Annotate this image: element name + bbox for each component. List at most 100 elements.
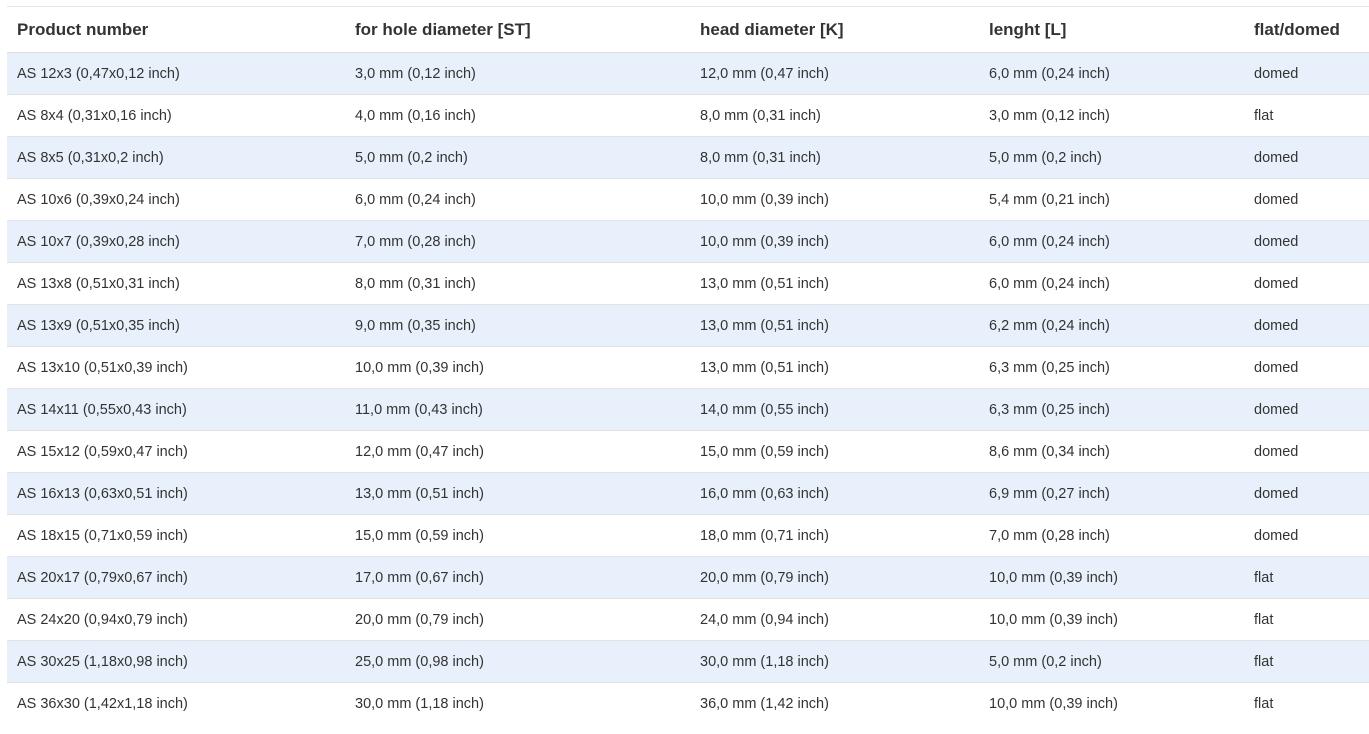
cell-hole-diameter: 20,0 mm (0,79 inch) [345,598,690,641]
cell-length: 6,3 mm (0,25 inch) [979,388,1244,431]
cell-hole-diameter: 15,0 mm (0,59 inch) [345,514,690,557]
cell-hole-diameter: 25,0 mm (0,98 inch) [345,640,690,683]
header-length: lenght [L] [979,6,1244,53]
cell-flat-domed: flat [1244,598,1369,641]
cell-product-number: AS 13x9 (0,51x0,35 inch) [7,304,345,347]
cell-head-diameter: 13,0 mm (0,51 inch) [690,304,979,347]
table-row: AS 14x11 (0,55x0,43 inch) 11,0 mm (0,43 i… [7,388,1369,431]
cell-flat-domed: domed [1244,220,1369,263]
cell-head-diameter: 24,0 mm (0,94 inch) [690,598,979,641]
cell-product-number: AS 10x6 (0,39x0,24 inch) [7,178,345,221]
product-table-container: Product number for hole diameter [ST] he… [7,6,1369,725]
cell-flat-domed: domed [1244,178,1369,221]
cell-hole-diameter: 12,0 mm (0,47 inch) [345,430,690,473]
table-row: AS 18x15 (0,71x0,59 inch) 15,0 mm (0,59 i… [7,514,1369,557]
cell-hole-diameter: 8,0 mm (0,31 inch) [345,262,690,305]
table-body: AS 12x3 (0,47x0,12 inch) 3,0 mm (0,12 inc… [7,52,1369,725]
product-table: Product number for hole diameter [ST] he… [7,6,1369,725]
table-row: AS 13x8 (0,51x0,31 inch) 8,0 mm (0,31 inc… [7,262,1369,305]
cell-product-number: AS 8x4 (0,31x0,16 inch) [7,94,345,137]
cell-head-diameter: 14,0 mm (0,55 inch) [690,388,979,431]
header-head-diameter: head diameter [K] [690,6,979,53]
cell-head-diameter: 13,0 mm (0,51 inch) [690,346,979,389]
cell-product-number: AS 36x30 (1,42x1,18 inch) [7,682,345,725]
cell-head-diameter: 12,0 mm (0,47 inch) [690,52,979,95]
cell-product-number: AS 20x17 (0,79x0,67 inch) [7,556,345,599]
cell-hole-diameter: 4,0 mm (0,16 inch) [345,94,690,137]
cell-hole-diameter: 3,0 mm (0,12 inch) [345,52,690,95]
cell-length: 6,0 mm (0,24 inch) [979,220,1244,263]
cell-length: 6,3 mm (0,25 inch) [979,346,1244,389]
cell-flat-domed: domed [1244,52,1369,95]
table-row: AS 30x25 (1,18x0,98 inch) 25,0 mm (0,98 i… [7,640,1369,683]
table-row: AS 8x5 (0,31x0,2 inch) 5,0 mm (0,2 inch) 8… [7,136,1369,179]
cell-length: 6,0 mm (0,24 inch) [979,262,1244,305]
cell-length: 6,0 mm (0,24 inch) [979,52,1244,95]
header-hole-diameter: for hole diameter [ST] [345,6,690,53]
cell-product-number: AS 18x15 (0,71x0,59 inch) [7,514,345,557]
cell-length: 10,0 mm (0,39 inch) [979,682,1244,725]
table-row: AS 15x12 (0,59x0,47 inch) 12,0 mm (0,47 i… [7,430,1369,473]
cell-flat-domed: domed [1244,136,1369,179]
table-row: AS 36x30 (1,42x1,18 inch) 30,0 mm (1,18 i… [7,682,1369,725]
cell-product-number: AS 24x20 (0,94x0,79 inch) [7,598,345,641]
table-row: AS 24x20 (0,94x0,79 inch) 20,0 mm (0,79 i… [7,598,1369,641]
cell-flat-domed: flat [1244,94,1369,137]
table-row: AS 13x9 (0,51x0,35 inch) 9,0 mm (0,35 inc… [7,304,1369,347]
table-row: AS 10x7 (0,39x0,28 inch) 7,0 mm (0,28 inc… [7,220,1369,263]
cell-flat-domed: domed [1244,304,1369,347]
cell-length: 8,6 mm (0,34 inch) [979,430,1244,473]
cell-product-number: AS 13x10 (0,51x0,39 inch) [7,346,345,389]
header-row: Product number for hole diameter [ST] he… [7,6,1369,53]
cell-head-diameter: 13,0 mm (0,51 inch) [690,262,979,305]
cell-head-diameter: 8,0 mm (0,31 inch) [690,94,979,137]
table-row: AS 20x17 (0,79x0,67 inch) 17,0 mm (0,67 i… [7,556,1369,599]
cell-flat-domed: flat [1244,640,1369,683]
cell-head-diameter: 18,0 mm (0,71 inch) [690,514,979,557]
table-row: AS 13x10 (0,51x0,39 inch) 10,0 mm (0,39 i… [7,346,1369,389]
header-product-number: Product number [7,6,345,53]
cell-flat-domed: flat [1244,682,1369,725]
cell-length: 5,4 mm (0,21 inch) [979,178,1244,221]
cell-hole-diameter: 10,0 mm (0,39 inch) [345,346,690,389]
cell-hole-diameter: 5,0 mm (0,2 inch) [345,136,690,179]
cell-length: 3,0 mm (0,12 inch) [979,94,1244,137]
header-flat-domed: flat/domed [1244,6,1369,53]
cell-head-diameter: 10,0 mm (0,39 inch) [690,220,979,263]
cell-hole-diameter: 13,0 mm (0,51 inch) [345,472,690,515]
cell-product-number: AS 13x8 (0,51x0,31 inch) [7,262,345,305]
cell-product-number: AS 14x11 (0,55x0,43 inch) [7,388,345,431]
cell-head-diameter: 10,0 mm (0,39 inch) [690,178,979,221]
cell-flat-domed: domed [1244,430,1369,473]
table-row: AS 12x3 (0,47x0,12 inch) 3,0 mm (0,12 inc… [7,52,1369,95]
cell-product-number: AS 10x7 (0,39x0,28 inch) [7,220,345,263]
cell-product-number: AS 16x13 (0,63x0,51 inch) [7,472,345,515]
cell-head-diameter: 30,0 mm (1,18 inch) [690,640,979,683]
cell-flat-domed: domed [1244,262,1369,305]
cell-hole-diameter: 17,0 mm (0,67 inch) [345,556,690,599]
cell-length: 10,0 mm (0,39 inch) [979,598,1244,641]
table-row: AS 8x4 (0,31x0,16 inch) 4,0 mm (0,16 inch… [7,94,1369,137]
cell-head-diameter: 8,0 mm (0,31 inch) [690,136,979,179]
table-row: AS 16x13 (0,63x0,51 inch) 13,0 mm (0,51 i… [7,472,1369,515]
cell-hole-diameter: 6,0 mm (0,24 inch) [345,178,690,221]
cell-flat-domed: domed [1244,388,1369,431]
cell-head-diameter: 16,0 mm (0,63 inch) [690,472,979,515]
cell-flat-domed: flat [1244,556,1369,599]
cell-flat-domed: domed [1244,514,1369,557]
cell-length: 6,2 mm (0,24 inch) [979,304,1244,347]
cell-head-diameter: 20,0 mm (0,79 inch) [690,556,979,599]
cell-length: 7,0 mm (0,28 inch) [979,514,1244,557]
cell-length: 5,0 mm (0,2 inch) [979,640,1244,683]
cell-hole-diameter: 9,0 mm (0,35 inch) [345,304,690,347]
table-header: Product number for hole diameter [ST] he… [7,6,1369,53]
cell-product-number: AS 12x3 (0,47x0,12 inch) [7,52,345,95]
cell-hole-diameter: 11,0 mm (0,43 inch) [345,388,690,431]
cell-hole-diameter: 30,0 mm (1,18 inch) [345,682,690,725]
cell-head-diameter: 15,0 mm (0,59 inch) [690,430,979,473]
cell-product-number: AS 8x5 (0,31x0,2 inch) [7,136,345,179]
cell-product-number: AS 30x25 (1,18x0,98 inch) [7,640,345,683]
cell-head-diameter: 36,0 mm (1,42 inch) [690,682,979,725]
cell-flat-domed: domed [1244,472,1369,515]
cell-length: 5,0 mm (0,2 inch) [979,136,1244,179]
